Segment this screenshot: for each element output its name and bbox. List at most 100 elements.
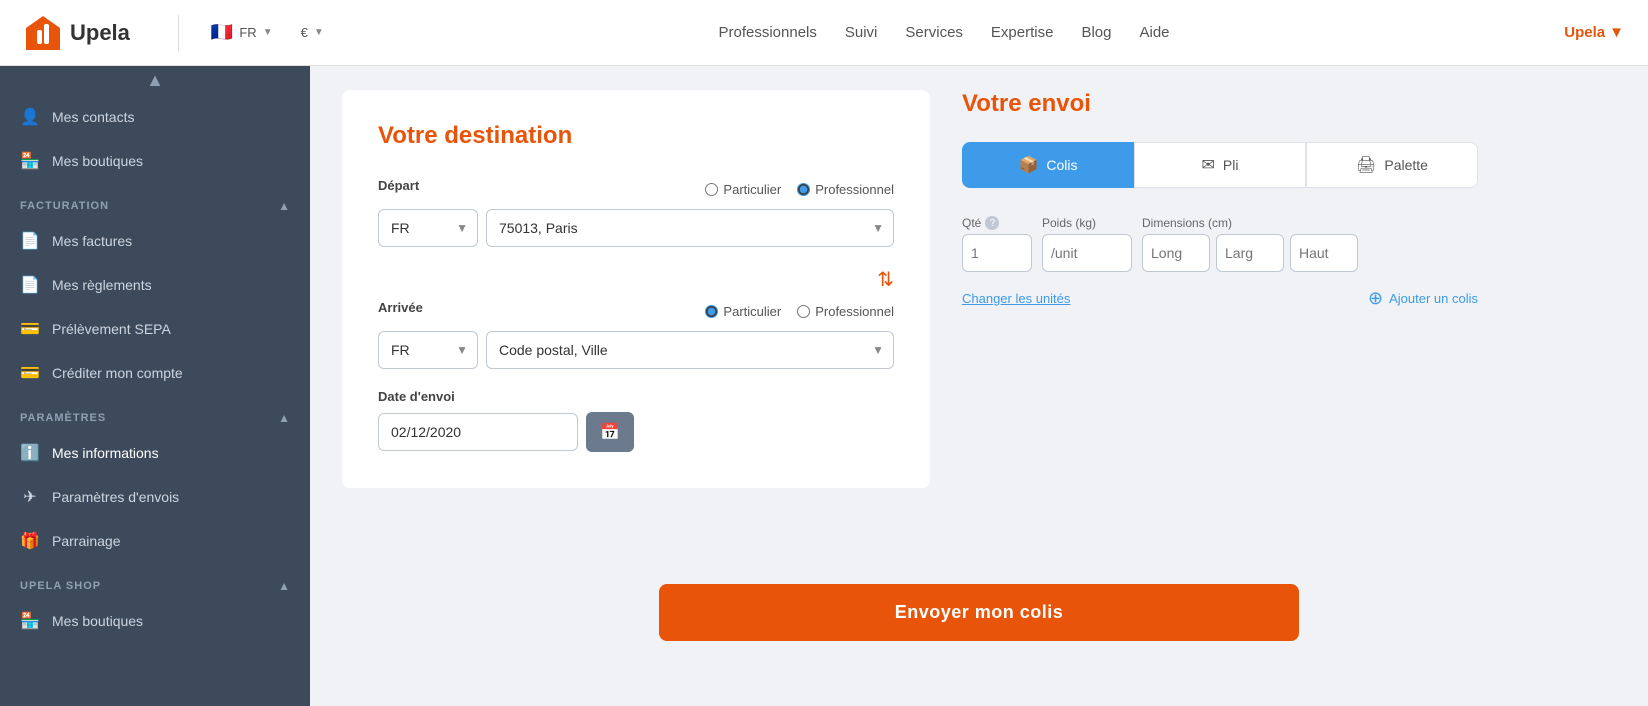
arrivee-row-label: Arrivée Particulier Professionnel <box>378 300 894 323</box>
facturation-chevron-icon: ▲ <box>278 199 290 213</box>
arrivee-radio-professionnel[interactable]: Professionnel <box>797 304 894 319</box>
tab-palette-label: Palette <box>1384 157 1428 173</box>
user-menu[interactable]: Upela ▼ <box>1564 24 1624 41</box>
depart-radio-professionnel[interactable]: Professionnel <box>797 182 894 197</box>
poids-input[interactable] <box>1042 234 1132 272</box>
nav-link-professionnels[interactable]: Professionnels <box>718 24 816 41</box>
shop-chevron-icon: ▲ <box>278 579 290 593</box>
sidebar: ▲ 👤 Mes contacts 🏪 Mes boutiques FACTURA… <box>0 66 310 706</box>
sidebar-item-sepa[interactable]: 💳 Prélèvement SEPA <box>0 307 310 351</box>
tab-pli-label: Pli <box>1223 157 1239 173</box>
boutiques-top-icon: 🏪 <box>20 151 40 171</box>
colis-icon: 📦 <box>1018 155 1038 175</box>
depart-city-wrap: 75013, Paris ▼ <box>486 209 894 247</box>
tab-colis[interactable]: 📦 Colis <box>962 142 1134 188</box>
nav-link-services[interactable]: Services <box>905 24 963 41</box>
lang-chevron-icon: ▼ <box>263 27 273 38</box>
date-section: Date d'envoi 📅 <box>378 389 894 452</box>
sidebar-item-reglements[interactable]: 📄 Mes règlements <box>0 263 310 307</box>
envoi-title: Votre envoi <box>962 90 1478 118</box>
depart-row-label: Départ Particulier Professionnel <box>378 178 894 201</box>
add-colis-button[interactable]: ⊕ Ajouter un colis <box>1368 288 1478 309</box>
depart-country-wrap: FR ▼ <box>378 209 478 247</box>
qty-group: Qté ? <box>962 216 1032 272</box>
destination-card: Votre destination Départ Particulier Pro… <box>342 90 930 488</box>
dims-row: Qté ? Poids (kg) <box>962 216 1478 272</box>
pli-icon: ✉ <box>1202 155 1215 175</box>
arrivee-country-select[interactable]: FR <box>378 331 478 369</box>
sidebar-item-contacts[interactable]: 👤 Mes contacts <box>0 95 310 139</box>
nav-link-expertise[interactable]: Expertise <box>991 24 1054 41</box>
depart-particulier-input[interactable] <box>705 183 718 196</box>
date-picker-button[interactable]: 📅 <box>586 412 634 452</box>
sidebar-item-boutiques-bottom[interactable]: 🏪 Mes boutiques <box>0 599 310 643</box>
section-facturation-header[interactable]: FACTURATION ▲ <box>0 183 310 219</box>
arrivee-label: Arrivée <box>378 300 423 315</box>
sidebar-item-factures-label: Mes factures <box>52 233 132 249</box>
haut-input[interactable] <box>1290 234 1358 272</box>
currency-selector[interactable]: € ▼ <box>301 25 324 40</box>
date-label: Date d'envoi <box>378 389 894 404</box>
sidebar-item-credit[interactable]: 💳 Créditer mon compte <box>0 351 310 395</box>
user-label: Upela <box>1564 24 1605 41</box>
layout: ▲ 👤 Mes contacts 🏪 Mes boutiques FACTURA… <box>0 66 1648 706</box>
dims-label: Dimensions (cm) <box>1142 216 1358 230</box>
nav-link-blog[interactable]: Blog <box>1081 24 1111 41</box>
larg-input[interactable] <box>1216 234 1284 272</box>
sidebar-item-envois-label: Paramètres d'envois <box>52 489 179 505</box>
section-shop-header[interactable]: UPELA SHOP ▲ <box>0 563 310 599</box>
destination-title: Votre destination <box>378 122 894 150</box>
palette-icon: 🖨 <box>1356 155 1376 175</box>
dims-inputs-row <box>1142 234 1358 272</box>
flag-icon: 🇫🇷 <box>211 22 233 43</box>
tab-pli[interactable]: ✉ Pli <box>1134 142 1306 188</box>
long-input[interactable] <box>1142 234 1210 272</box>
nav-divider <box>178 15 179 51</box>
user-chevron-icon: ▼ <box>1609 24 1624 41</box>
arrivee-city-select[interactable]: Code postal, Ville <box>486 331 894 369</box>
units-link[interactable]: Changer les unités <box>962 291 1070 306</box>
arrivee-professionnel-input[interactable] <box>797 305 810 318</box>
date-input[interactable] <box>378 413 578 451</box>
lang-selector[interactable]: 🇫🇷 FR ▼ <box>211 22 273 43</box>
section-parametres-header[interactable]: PARAMÈTRES ▲ <box>0 395 310 431</box>
sidebar-item-factures[interactable]: 📄 Mes factures <box>0 219 310 263</box>
parrainage-icon: 🎁 <box>20 531 40 551</box>
arrivee-city-wrap: Code postal, Ville ▼ <box>486 331 894 369</box>
arrivee-select-row: FR ▼ Code postal, Ville ▼ <box>378 331 894 369</box>
depart-radio-particulier[interactable]: Particulier <box>705 182 781 197</box>
informations-icon: ℹ️ <box>20 443 40 463</box>
envoi-card: Votre envoi 📦 Colis ✉ Pli 🖨 <box>962 90 1478 309</box>
qty-input[interactable] <box>962 234 1032 272</box>
swap-icon[interactable]: ⇅ <box>378 267 894 292</box>
arrivee-particulier-input[interactable] <box>705 305 718 318</box>
nav-link-aide[interactable]: Aide <box>1139 24 1169 41</box>
envoi-actions-row: Changer les unités ⊕ Ajouter un colis <box>962 288 1478 309</box>
send-button[interactable]: Envoyer mon colis <box>659 584 1299 641</box>
depart-city-select[interactable]: 75013, Paris <box>486 209 894 247</box>
sidebar-item-envois[interactable]: ✈ Paramètres d'envois <box>0 475 310 519</box>
depart-country-select[interactable]: FR <box>378 209 478 247</box>
sidebar-item-informations[interactable]: ℹ️ Mes informations <box>0 431 310 475</box>
section-shop-label: UPELA SHOP <box>20 580 101 592</box>
main-content: Votre destination Départ Particulier Pro… <box>310 66 1648 706</box>
depart-select-row: FR ▼ 75013, Paris ▼ <box>378 209 894 247</box>
tab-palette[interactable]: 🖨 Palette <box>1306 142 1478 188</box>
dims-group: Dimensions (cm) <box>1142 216 1358 272</box>
date-row: 📅 <box>378 412 894 452</box>
add-colis-label: Ajouter un colis <box>1389 291 1478 306</box>
sidebar-item-contacts-label: Mes contacts <box>52 109 134 125</box>
depart-professionnel-input[interactable] <box>797 183 810 196</box>
arrivee-radio-particulier[interactable]: Particulier <box>705 304 781 319</box>
credit-icon: 💳 <box>20 363 40 383</box>
sidebar-item-parrainage[interactable]: 🎁 Parrainage <box>0 519 310 563</box>
qty-info-icon[interactable]: ? <box>985 216 999 230</box>
currency-label: € <box>301 25 308 40</box>
bottom-bar: Envoyer mon colis <box>310 568 1648 657</box>
qty-label: Qté ? <box>962 216 1032 230</box>
logo-icon <box>24 14 62 52</box>
depart-particulier-label: Particulier <box>723 182 781 197</box>
sidebar-item-boutiques-top[interactable]: 🏪 Mes boutiques <box>0 139 310 183</box>
nav-link-suivi[interactable]: Suivi <box>845 24 878 41</box>
logo[interactable]: Upela <box>24 14 130 52</box>
